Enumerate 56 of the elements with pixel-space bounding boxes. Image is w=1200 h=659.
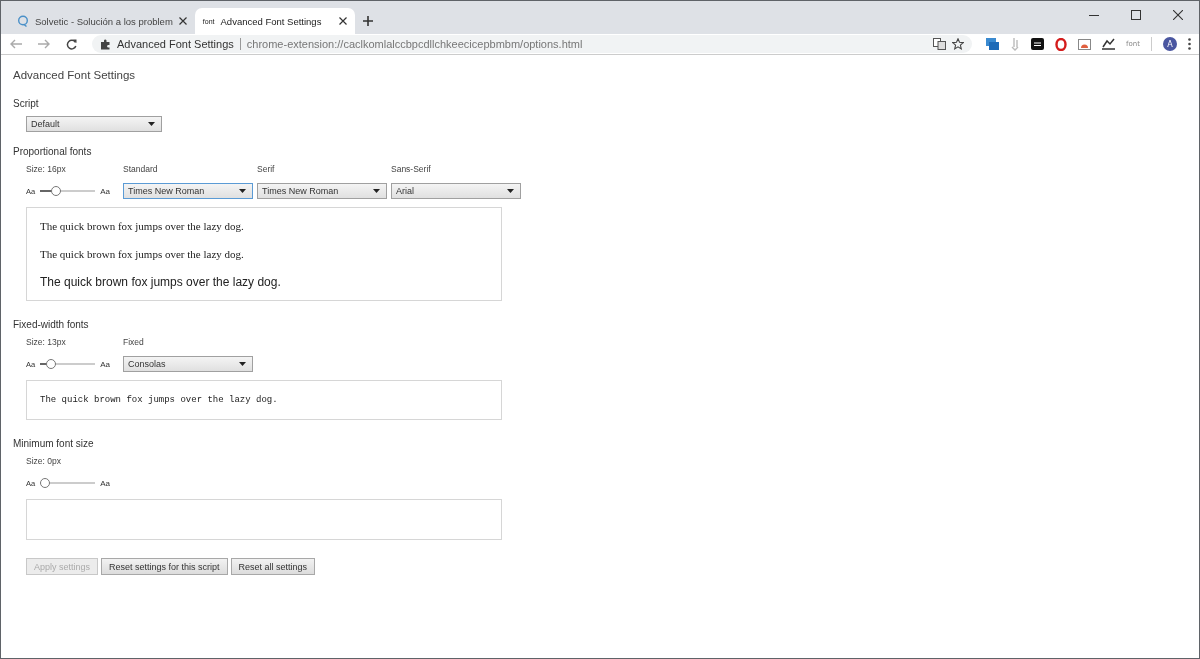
page-title-label: Advanced Font Settings [117,38,234,50]
star-icon[interactable] [952,38,965,50]
close-icon[interactable] [1173,10,1183,20]
sample-text: The quick brown fox jumps over the lazy dog. [40,394,279,407]
font-dropdown[interactable]: Arial [391,183,521,199]
reload-icon[interactable] [66,38,77,50]
font-family-label: Sans-Serif [391,164,432,174]
window-chart-icon[interactable] [1078,38,1092,50]
tab-title: Advanced Font Settings [220,15,323,27]
slider-thumb[interactable] [45,359,56,369]
sample-text: The quick brown fox jumps over the lazy dog. [40,219,245,234]
action-button[interactable]: Reset all settings [230,558,316,575]
sample-text: The quick brown fox jumps over the lazy dog. [40,247,245,262]
font-dropdown[interactable]: Times New Roman [257,183,387,199]
section-heading: Minimum font size [13,438,95,449]
caret-icon [239,189,246,193]
browser-tab[interactable]: Solvetic - Solución a los problem [9,8,195,34]
url-text: chrome-extension://caclkomlalccbpcdllchkeecicepbmbm/options.html [246,38,583,50]
large-aa-label: Aa [100,359,110,369]
image-stack-icon[interactable] [986,38,1000,50]
maximize-icon[interactable] [1131,10,1141,20]
caret-icon [507,189,514,193]
tab-title: Solvetic - Solución a los problem [35,15,173,27]
font-dropdown[interactable]: Times New Roman [123,183,253,199]
section-heading: Proportional fonts [13,146,93,157]
action-button[interactable]: Reset settings for this script [101,558,228,575]
sample-text: The quick brown fox jumps over the lazy dog. [40,274,282,291]
section-heading: Fixed-width fonts [13,319,90,330]
size-label: Size: 0px [26,456,62,466]
section-heading: Script [13,98,40,109]
large-aa-label: Aa [100,478,110,488]
large-aa-label: Aa [100,186,110,196]
avatar-button[interactable]: A [1163,37,1177,51]
search-bubble-icon [17,15,29,27]
size-label: Size: 16px [26,164,67,174]
caret-icon [148,122,155,126]
more-menu-icon[interactable] [1188,38,1191,50]
close-icon[interactable] [178,17,187,25]
caret-icon [239,362,246,366]
caret-icon [373,189,380,193]
font-family-label: Serif [257,164,276,174]
translate-icon[interactable] [933,38,947,50]
slider-thumb[interactable] [40,478,51,488]
plus-icon[interactable] [362,16,373,26]
close-icon[interactable] [338,17,347,25]
page-title: Advanced Font Settings [13,69,137,81]
font-family-label: Fixed [123,337,145,347]
slider-thumb[interactable] [51,186,62,196]
dark-square-icon[interactable] [1031,38,1045,50]
script-dropdown[interactable]: Default [26,116,162,132]
size-label: Size: 13px [26,337,67,347]
font-dropdown[interactable]: Consolas [123,356,253,372]
address-bar[interactable]: Advanced Font Settings chrome-extension://caclkomlalccbpcdllchkeecicepbmbm/options.html [92,35,973,53]
puzzle-piece-icon [100,38,111,50]
opera-ring-icon[interactable] [1055,37,1068,51]
font-family-label: Standard [123,164,159,174]
